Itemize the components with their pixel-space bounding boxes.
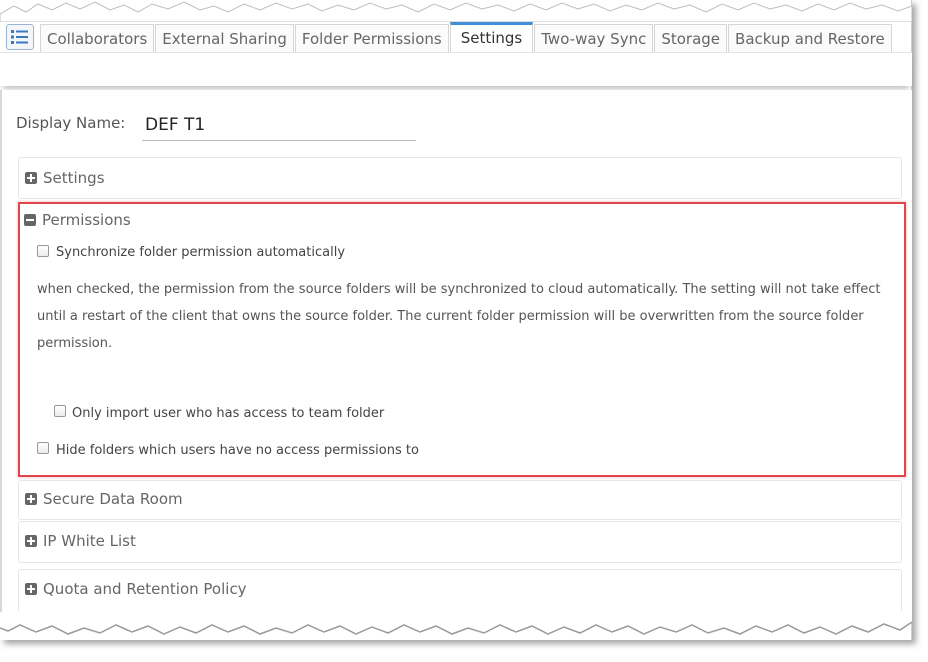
sync-permission-description: when checked, the permission from the so… <box>37 282 881 351</box>
hide-folders-checkbox[interactable] <box>37 442 49 454</box>
expand-plus-icon <box>25 535 37 547</box>
tab-collaborators[interactable]: Collaborators <box>40 24 155 52</box>
import-user-checkbox[interactable] <box>54 405 66 417</box>
tab-storage[interactable]: Storage <box>654 24 728 52</box>
quota-title: Quota and Retention Policy <box>43 580 247 598</box>
ip-white-list-title: IP White List <box>43 532 136 550</box>
settings-panel: Settings <box>18 157 902 199</box>
tab-folder-permissions[interactable]: Folder Permissions <box>294 24 449 52</box>
torn-edge-bottom <box>0 612 913 635</box>
display-name-label: Display Name: <box>16 114 126 132</box>
import-user-label: Only import user who has access to team … <box>72 406 385 421</box>
expand-plus-icon <box>25 493 37 505</box>
permissions-panel-title: Permissions <box>42 211 131 229</box>
torn-edge-top <box>0 1 912 22</box>
tab-external-sharing[interactable]: External Sharing <box>155 24 294 52</box>
ip-white-list-panel: IP White List <box>18 521 902 563</box>
page-sheet: Collaborators External Sharing Folder Pe… <box>0 0 912 640</box>
secure-data-room-header[interactable]: Secure Data Room <box>25 490 183 508</box>
sync-permission-checkbox[interactable] <box>37 245 49 257</box>
tab-header-band <box>0 52 912 86</box>
settings-panel-title: Settings <box>43 169 105 187</box>
display-name-input[interactable] <box>142 110 416 141</box>
quota-header[interactable]: Quota and Retention Policy <box>25 580 247 598</box>
tab-bar: Collaborators External Sharing Folder Pe… <box>0 22 912 52</box>
ip-white-list-header[interactable]: IP White List <box>25 532 136 550</box>
tab-backup-and-restore[interactable]: Backup and Restore <box>728 24 892 52</box>
collapse-minus-icon <box>24 214 36 226</box>
secure-data-room-title: Secure Data Room <box>43 490 183 508</box>
settings-panel-header[interactable]: Settings <box>25 169 105 187</box>
tab-two-way-sync[interactable]: Two-way Sync <box>534 24 654 52</box>
tab-settings[interactable]: Settings <box>449 22 534 52</box>
quota-panel: Quota and Retention Policy <box>18 569 902 613</box>
permissions-panel-header[interactable]: Permissions <box>24 211 131 229</box>
sync-permission-label: Synchronize folder permission automatica… <box>56 245 346 260</box>
secure-data-room-panel: Secure Data Room <box>18 480 902 520</box>
hide-folders-label: Hide folders which users have no access … <box>56 443 419 458</box>
expand-plus-icon <box>25 172 37 184</box>
expand-plus-icon <box>25 583 37 595</box>
